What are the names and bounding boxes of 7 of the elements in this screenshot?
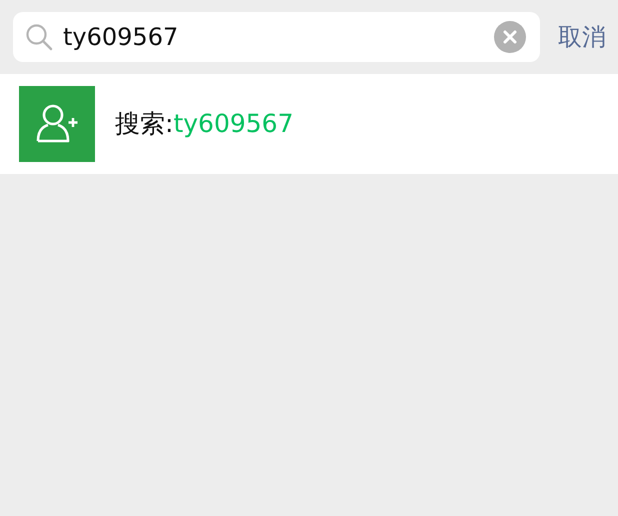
search-result-row[interactable]: 搜索:ty609567: [0, 74, 618, 174]
search-field[interactable]: ty609567: [13, 12, 540, 62]
add-contact-icon: [19, 86, 95, 162]
clear-icon[interactable]: [494, 21, 526, 53]
search-icon: [25, 23, 53, 51]
cancel-button[interactable]: 取消: [558, 19, 606, 55]
search-result-text: 搜索:ty609567: [115, 108, 294, 140]
